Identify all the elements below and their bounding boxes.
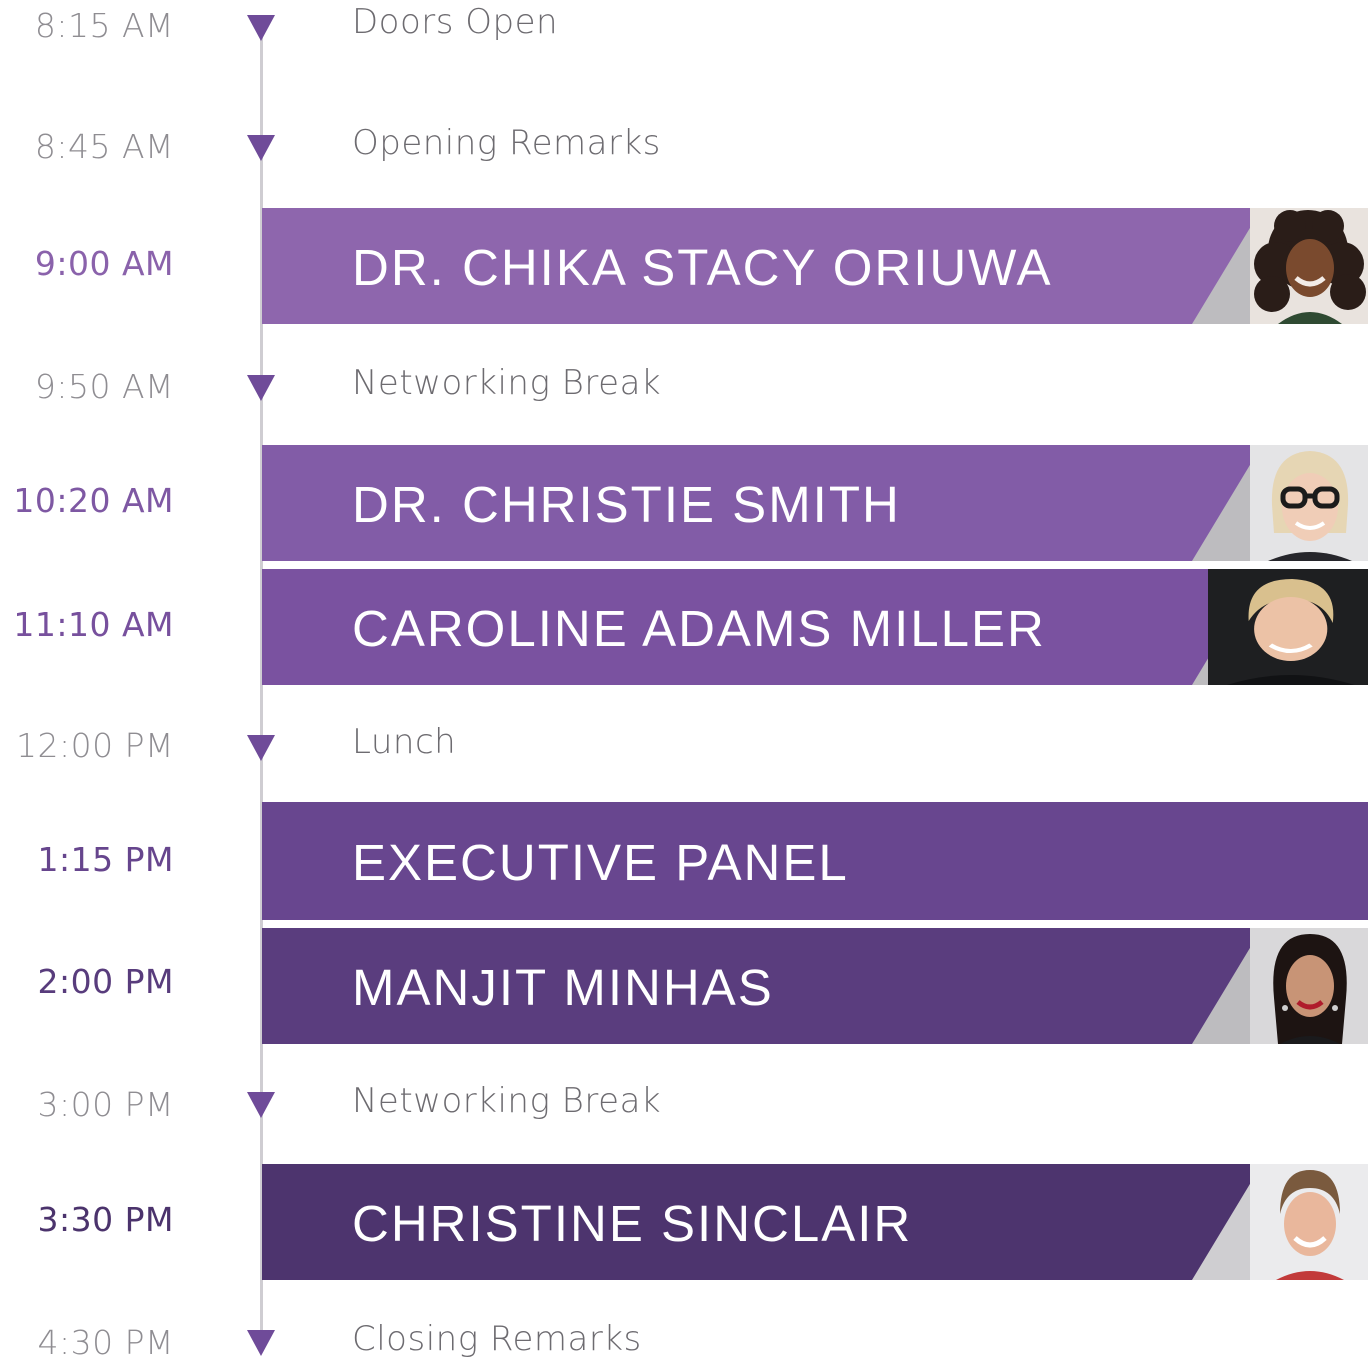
speaker-photo: [1192, 1164, 1368, 1280]
speaker-banner[interactable]: DR. CHIKA STACY ORIUWA: [262, 208, 1368, 324]
event-time: 8:45 AM: [34, 127, 174, 166]
speaker-photo: [1192, 445, 1368, 561]
event-label: Closing Remarks: [352, 1319, 642, 1359]
event-label: Opening Remarks: [352, 123, 661, 163]
event-label: Doors Open: [352, 2, 559, 42]
panel-banner[interactable]: EXECUTIVE PANEL: [262, 802, 1368, 920]
speaker-name: DR. CHRISTIE SMITH: [352, 476, 901, 533]
event-time: 11:10 AM: [13, 605, 174, 644]
timeline-marker-icon: [247, 15, 275, 41]
speaker-name: CAROLINE ADAMS MILLER: [352, 600, 1046, 657]
speaker-photo: [1192, 928, 1368, 1044]
portrait-blonde-glasses-icon: [1250, 445, 1368, 561]
portrait-dark-hair-icon: [1250, 928, 1368, 1044]
event-time: 1:15 PM: [37, 840, 174, 879]
panel-title: EXECUTIVE PANEL: [352, 834, 849, 891]
timeline-marker-icon: [247, 135, 275, 161]
event-time: 2:00 PM: [37, 962, 174, 1001]
event-label: Networking Break: [352, 1081, 662, 1121]
portrait-pulled-back-hair-icon: [1250, 1164, 1368, 1280]
portrait-dark-curly-hair-icon: [1250, 208, 1368, 324]
speaker-name: MANJIT MINHAS: [352, 959, 774, 1016]
event-time: 4:30 PM: [37, 1323, 174, 1362]
timeline-marker-icon: [247, 375, 275, 401]
speaker-photo: [1192, 569, 1368, 685]
timeline-marker-icon: [247, 1092, 275, 1118]
timeline-marker-icon: [247, 1330, 275, 1356]
event-time: 9:00 AM: [34, 244, 174, 283]
event-time: 8:15 AM: [34, 6, 174, 45]
event-time: 3:00 PM: [37, 1085, 174, 1124]
event-time: 10:20 AM: [13, 481, 174, 520]
speaker-photo: [1192, 208, 1368, 324]
speaker-name: CHRISTINE SINCLAIR: [352, 1195, 913, 1252]
event-schedule: 8:15 AM Doors Open 8:45 AM Opening Remar…: [0, 0, 1368, 1362]
event-label: Lunch: [352, 722, 457, 762]
portrait-short-blonde-icon: [1208, 569, 1368, 685]
event-label: Networking Break: [352, 363, 662, 403]
speaker-banner[interactable]: DR. CHRISTIE SMITH: [262, 445, 1368, 561]
event-time: 9:50 AM: [34, 367, 174, 406]
event-time: 12:00 PM: [16, 726, 174, 765]
timeline-marker-icon: [247, 735, 275, 761]
speaker-banner[interactable]: CAROLINE ADAMS MILLER: [262, 569, 1368, 685]
speaker-banner[interactable]: CHRISTINE SINCLAIR: [262, 1164, 1368, 1280]
speaker-banner[interactable]: MANJIT MINHAS: [262, 928, 1368, 1044]
event-time: 3:30 PM: [37, 1200, 174, 1239]
speaker-name: DR. CHIKA STACY ORIUWA: [352, 239, 1053, 296]
